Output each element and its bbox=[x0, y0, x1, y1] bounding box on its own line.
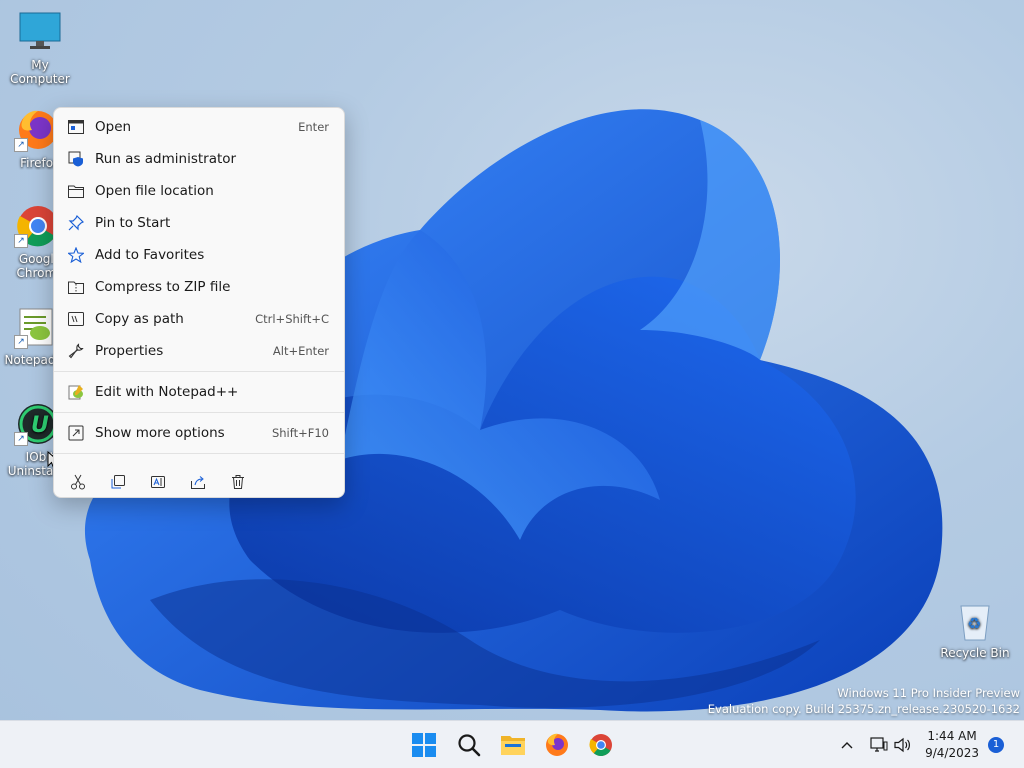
menu-item-open[interactable]: Open Enter bbox=[58, 112, 340, 142]
chrome-icon: ↗ bbox=[14, 204, 53, 248]
menu-item-add-to-favorites[interactable]: Add to Favorites bbox=[58, 240, 340, 270]
shield-icon bbox=[67, 150, 85, 168]
menu-item-run-as-administrator[interactable]: Run as administrator bbox=[58, 144, 340, 174]
svg-text:♻: ♻ bbox=[967, 614, 981, 633]
notification-badge[interactable]: 1 bbox=[988, 737, 1004, 753]
watermark-line-2: Evaluation copy. Build 25375.zn_release.… bbox=[707, 702, 1020, 716]
desktop-icon-my-computer[interactable]: My Computer bbox=[0, 10, 80, 86]
context-menu: Open Enter Run as administrator Open fil… bbox=[53, 107, 345, 498]
speaker-icon bbox=[894, 737, 910, 753]
notepadpp-icon bbox=[67, 383, 85, 401]
clock-time: 1:44 AM bbox=[927, 729, 977, 743]
menu-item-pin-to-start[interactable]: Pin to Start bbox=[58, 208, 340, 238]
evaluation-watermark: Windows 11 Pro Insider Preview Evaluatio… bbox=[708, 685, 1020, 717]
firefox-icon: ↗ bbox=[14, 108, 53, 152]
shortcut-arrow-icon: ↗ bbox=[14, 234, 28, 248]
open-icon bbox=[67, 118, 85, 136]
cut-button[interactable] bbox=[62, 466, 94, 498]
watermark-line-1: Windows 11 Pro Insider Preview bbox=[837, 686, 1020, 700]
share-icon bbox=[191, 476, 205, 489]
star-icon bbox=[67, 246, 85, 264]
folder-icon bbox=[67, 182, 85, 200]
rename-icon bbox=[151, 476, 165, 488]
notepadpp-icon: ↗ bbox=[14, 305, 53, 349]
rename-button[interactable] bbox=[142, 466, 174, 498]
desktop-icon-iobit-uninstaller[interactable]: U ↗ IObit Uninstaller bbox=[0, 402, 53, 478]
shortcut-arrow-icon: ↗ bbox=[14, 432, 28, 446]
desktop-icon-notepadpp[interactable]: ↗ Notepad++ bbox=[0, 305, 53, 367]
network-button[interactable] bbox=[867, 727, 891, 763]
network-icon bbox=[870, 737, 888, 752]
menu-separator bbox=[54, 412, 344, 413]
desktop-icon-label: Recycle Bin bbox=[940, 646, 1010, 660]
iobit-uninstaller-icon: U ↗ bbox=[14, 402, 53, 446]
svg-text:U: U bbox=[31, 413, 49, 438]
desktop-icon-firefox[interactable]: ↗ Firefox bbox=[0, 108, 53, 170]
desktop-icon-label: Google Chrome bbox=[16, 252, 53, 280]
shortcut-arrow-icon: ↗ bbox=[14, 138, 28, 152]
start-button[interactable] bbox=[406, 727, 442, 763]
file-explorer-icon bbox=[501, 736, 525, 755]
quick-actions-bar bbox=[62, 466, 262, 498]
menu-item-show-more-options[interactable]: Show more options Shift+F10 bbox=[58, 418, 340, 448]
menu-item-properties[interactable]: Properties Alt+Enter bbox=[58, 336, 340, 366]
delete-icon bbox=[232, 475, 244, 489]
chevron-up-icon bbox=[841, 742, 853, 749]
menu-item-open-file-location[interactable]: Open file location bbox=[58, 176, 340, 206]
pin-icon bbox=[67, 214, 85, 232]
chrome-icon bbox=[589, 734, 612, 756]
search-button[interactable] bbox=[451, 727, 487, 763]
desktop-icon-label: Firefox bbox=[20, 156, 53, 170]
copy-path-icon bbox=[67, 310, 85, 328]
shortcut-arrow-icon: ↗ bbox=[14, 335, 28, 349]
taskbar: 1:44 AM 9/4/2023 1 bbox=[0, 720, 1024, 768]
copy-icon bbox=[111, 475, 125, 489]
volume-button[interactable] bbox=[891, 727, 915, 763]
menu-item-compress-to-zip[interactable]: Compress to ZIP file bbox=[58, 272, 340, 302]
monitor-icon bbox=[18, 10, 62, 54]
desktop-icon-label: My Computer bbox=[10, 58, 70, 86]
copy-button[interactable] bbox=[102, 466, 134, 498]
more-options-icon bbox=[67, 424, 85, 442]
menu-item-copy-as-path[interactable]: Copy as path Ctrl+Shift+C bbox=[58, 304, 340, 334]
search-icon bbox=[458, 734, 481, 757]
menu-separator bbox=[54, 371, 344, 372]
show-hidden-icons-button[interactable] bbox=[830, 727, 864, 763]
zip-icon bbox=[67, 278, 85, 296]
windows-logo-icon bbox=[412, 733, 436, 757]
menu-separator bbox=[54, 453, 344, 454]
cut-icon bbox=[71, 474, 85, 490]
firefox-icon bbox=[546, 733, 568, 756]
desktop-icon-chrome[interactable]: ↗ Google Chrome bbox=[0, 204, 53, 280]
clock[interactable]: 1:44 AM 9/4/2023 bbox=[925, 728, 979, 762]
desktop-icon-label: IObit Uninstaller bbox=[7, 450, 53, 478]
share-button[interactable] bbox=[182, 466, 214, 498]
file-explorer-button[interactable] bbox=[495, 727, 531, 763]
clock-date: 9/4/2023 bbox=[925, 746, 979, 760]
desktop-icon-recycle-bin[interactable]: ♻ Recycle Bin bbox=[935, 598, 1015, 660]
menu-item-edit-with-notepadpp[interactable]: Edit with Notepad++ bbox=[58, 377, 340, 407]
wrench-icon bbox=[67, 342, 85, 360]
delete-button[interactable] bbox=[222, 466, 254, 498]
chrome-taskbar-button[interactable] bbox=[583, 727, 619, 763]
desktop-icon-label: Notepad++ bbox=[4, 353, 53, 367]
recycle-bin-icon: ♻ bbox=[953, 598, 997, 642]
firefox-taskbar-button[interactable] bbox=[539, 727, 575, 763]
